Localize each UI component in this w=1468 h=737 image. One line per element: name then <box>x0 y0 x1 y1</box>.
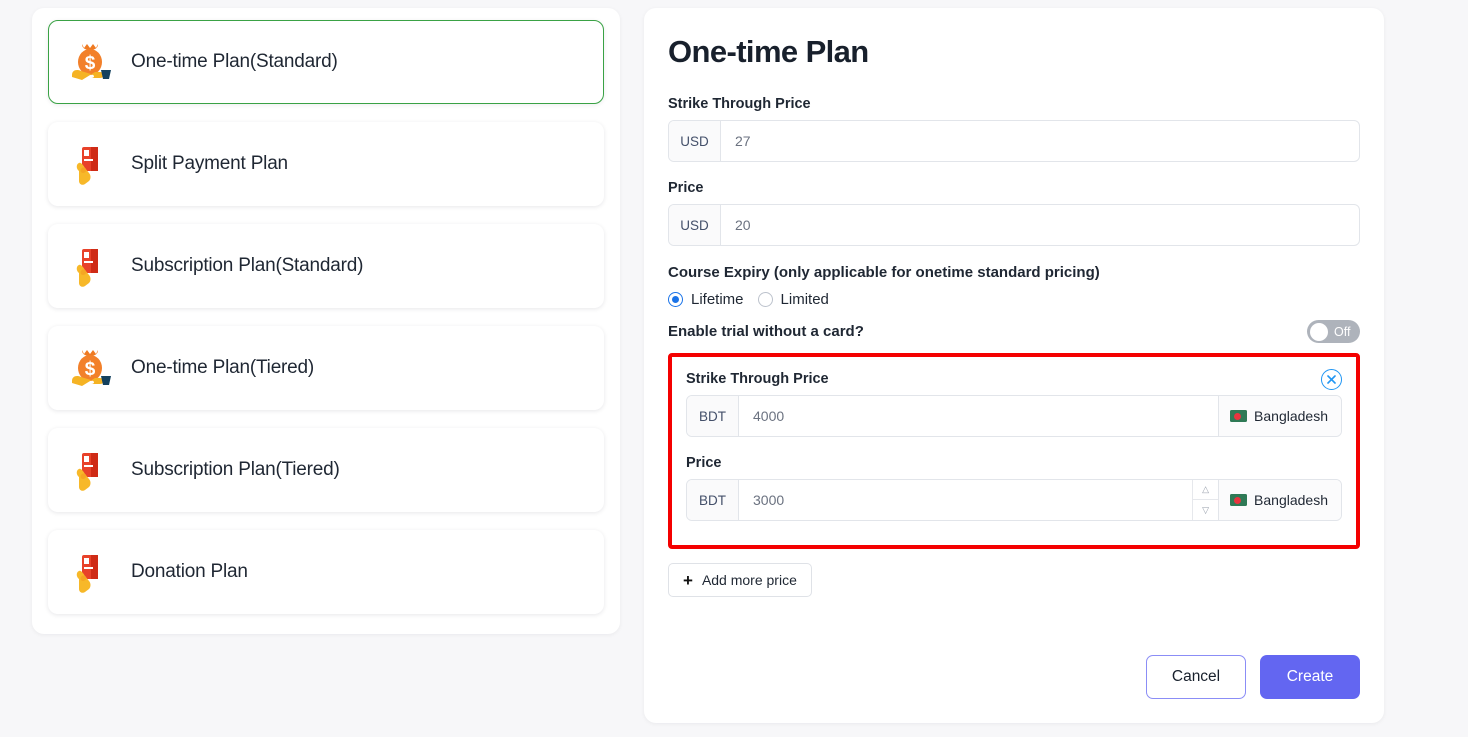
page-title: One-time Plan <box>668 34 869 69</box>
usd-strike-label: Strike Through Price <box>668 96 811 112</box>
money-bag-icon: $ <box>67 343 113 393</box>
sidebar-item-label: Subscription Plan(Tiered) <box>131 459 340 480</box>
sidebar-item-one-time-standard[interactable]: $ One-time Plan(Standard) <box>48 20 604 104</box>
hand-card-icon <box>67 241 113 291</box>
plus-icon: + <box>683 570 693 590</box>
bdt-price-country-label: Bangladesh <box>1254 492 1328 508</box>
usd-strike-input-row[interactable]: USD 27 <box>668 120 1360 162</box>
plan-list: $ One-time Plan(Standard) Split Payment … <box>48 20 604 632</box>
course-expiry-label: Course Expiry (only applicable for oneti… <box>668 264 1100 281</box>
sidebar-item-label: One-time Plan(Standard) <box>131 51 338 72</box>
trial-toggle-row: Enable trial without a card? Off <box>668 320 1360 343</box>
course-expiry-radio-group: Lifetime Limited <box>668 291 1360 308</box>
bdt-price-currency: BDT <box>687 480 739 520</box>
sidebar-item-subscription-tiered[interactable]: Subscription Plan(Tiered) <box>48 428 604 512</box>
stepper-up-icon[interactable]: △ <box>1193 480 1219 500</box>
bdt-strike-input-row[interactable]: BDT 4000 Bangladesh <box>686 395 1342 437</box>
bdt-price-country-select[interactable]: Bangladesh <box>1218 480 1341 520</box>
form-actions: Cancel Create <box>1146 655 1360 699</box>
bdt-price-input-row[interactable]: BDT 3000 △ ▽ Bangladesh <box>686 479 1342 521</box>
bdt-strike-label: Strike Through Price <box>686 371 829 387</box>
sidebar-item-label: One-time Plan(Tiered) <box>131 357 315 378</box>
trial-label: Enable trial without a card? <box>668 323 864 340</box>
bdt-price-stepper[interactable]: △ ▽ <box>1192 480 1219 520</box>
extra-price-block: Strike Through Price BDT 4000 Bangladesh… <box>668 353 1360 549</box>
radio-limited[interactable]: Limited <box>757 291 829 308</box>
hand-card-icon <box>67 445 113 495</box>
trial-toggle-state: Off <box>1334 324 1351 339</box>
sidebar-item-one-time-tiered[interactable]: $ One-time Plan(Tiered) <box>48 326 604 410</box>
sidebar-item-label: Subscription Plan(Standard) <box>131 255 364 276</box>
hand-card-icon <box>67 139 113 189</box>
sidebar-item-subscription-standard[interactable]: Subscription Plan(Standard) <box>48 224 604 308</box>
sidebar-item-label: Split Payment Plan <box>131 153 288 174</box>
pricing-plan-page: $ One-time Plan(Standard) Split Payment … <box>0 0 1468 737</box>
usd-price-label: Price <box>668 180 704 196</box>
bdt-strike-country-select[interactable]: Bangladesh <box>1218 396 1341 436</box>
extra-price-header: Strike Through Price <box>686 369 1342 395</box>
create-button[interactable]: Create <box>1260 655 1360 699</box>
bdt-strike-country-label: Bangladesh <box>1254 408 1328 424</box>
bangladesh-flag-icon <box>1230 494 1248 506</box>
close-circle-icon[interactable] <box>1321 369 1342 390</box>
svg-text:$: $ <box>85 53 96 74</box>
sidebar-item-split-payment[interactable]: Split Payment Plan <box>48 122 604 206</box>
trial-toggle-knob <box>1310 322 1328 341</box>
trial-toggle[interactable]: Off <box>1307 320 1360 343</box>
radio-lifetime-dot[interactable] <box>668 292 683 307</box>
bdt-price-input[interactable]: 3000 <box>739 480 1192 520</box>
stepper-down-icon[interactable]: ▽ <box>1193 500 1218 520</box>
svg-text:$: $ <box>85 359 96 380</box>
usd-strike-currency: USD <box>669 121 721 161</box>
radio-lifetime[interactable]: Lifetime <box>668 291 744 308</box>
bangladesh-flag-icon <box>1230 410 1248 422</box>
radio-limited-dot[interactable] <box>757 292 773 307</box>
cancel-button[interactable]: Cancel <box>1146 655 1246 699</box>
radio-lifetime-label: Lifetime <box>691 291 744 308</box>
hand-card-icon <box>67 547 113 597</box>
bdt-strike-currency: BDT <box>687 396 739 436</box>
sidebar-item-donation[interactable]: Donation Plan <box>48 530 604 614</box>
bdt-strike-input[interactable]: 4000 <box>739 396 1218 436</box>
plan-detail-panel: One-time Plan Strike Through Price USD 2… <box>644 8 1384 723</box>
add-more-price-button[interactable]: + Add more price <box>668 563 812 597</box>
usd-price-input-row[interactable]: USD 20 <box>668 204 1360 246</box>
usd-strike-input[interactable]: 27 <box>721 121 1359 161</box>
radio-limited-label: Limited <box>780 291 829 308</box>
bdt-price-label: Price <box>686 455 722 471</box>
usd-price-currency: USD <box>669 205 721 245</box>
money-bag-icon: $ <box>67 37 113 87</box>
plan-type-panel: $ One-time Plan(Standard) Split Payment … <box>32 8 620 634</box>
sidebar-item-label: Donation Plan <box>131 561 248 582</box>
usd-price-input[interactable]: 20 <box>721 205 1359 245</box>
add-more-price-label: Add more price <box>701 572 797 588</box>
